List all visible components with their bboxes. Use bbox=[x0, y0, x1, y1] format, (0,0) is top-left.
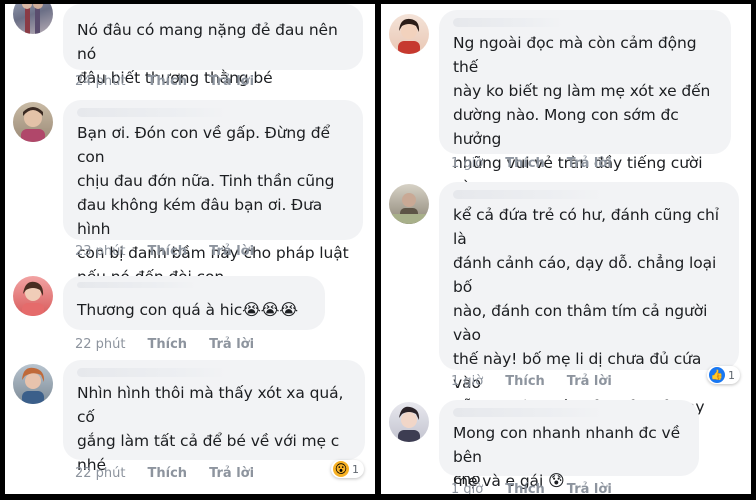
reply-link[interactable]: Trả lời bbox=[567, 156, 612, 171]
comment-actions: 1 giờ Thích Trả lời bbox=[451, 374, 612, 389]
reaction-summary[interactable]: 😮 1 bbox=[331, 460, 364, 478]
comment-bubble: Bạn ơi. Đón con về gấp. Đừng để con chịu… bbox=[63, 100, 363, 286]
wow-reaction-icon: 😮 bbox=[333, 461, 349, 477]
comment-text-body: Thương con quá à hic bbox=[77, 301, 243, 319]
like-link[interactable]: Thích bbox=[505, 482, 545, 494]
comment-actions: 23 phút Thích Trả lời bbox=[75, 244, 254, 259]
commenter-name[interactable] bbox=[77, 282, 197, 288]
reply-link[interactable]: Trả lời bbox=[209, 74, 254, 89]
comment-timestamp: 1 giờ bbox=[451, 374, 484, 389]
comment-actions: 22 phút Thích Trả lời bbox=[75, 337, 254, 352]
commenter-name[interactable] bbox=[453, 18, 563, 27]
comment-actions: 1 giờ Thích Trả lời bbox=[451, 156, 612, 171]
comment-timestamp: 1 giờ bbox=[451, 482, 484, 494]
comment-actions: 24 phút Thích Trả lời bbox=[75, 74, 254, 89]
user-avatar[interactable] bbox=[389, 184, 429, 224]
comment-text-body: Mong con nhanh nhanh đc về bên mẹ và e g… bbox=[453, 424, 681, 490]
like-link[interactable]: Thích bbox=[148, 74, 188, 89]
reply-link[interactable]: Trả lời bbox=[209, 244, 254, 259]
comment-timestamp: 22 phút bbox=[75, 337, 126, 352]
comment-timestamp: 22 phút bbox=[75, 466, 126, 481]
commenter-name[interactable] bbox=[77, 108, 227, 117]
user-avatar[interactable] bbox=[13, 4, 53, 34]
comment-bubble: Mong con nhanh nhanh đc về bên mẹ và e g… bbox=[439, 400, 699, 490]
reaction-summary[interactable]: 👍 1 bbox=[707, 366, 740, 384]
comment-bubble: Nó đâu có mang nặng đẻ đau nên nó đâu bi… bbox=[63, 4, 363, 87]
comment-actions: 1 giờ Thích Trả lời bbox=[451, 482, 612, 494]
comment-timestamp: 23 phút bbox=[75, 244, 126, 259]
comment-text: Thương con quá à hic😭😭😭 bbox=[77, 298, 313, 322]
comment-text: Bạn ơi. Đón con về gấp. Đừng để con chịu… bbox=[77, 124, 349, 286]
reply-link[interactable]: Trả lời bbox=[209, 337, 254, 352]
commenter-name[interactable] bbox=[77, 368, 227, 377]
like-glyph: 👍 bbox=[710, 369, 724, 381]
comment-bubble: kể cả đứa trẻ có hư, đánh cũng chỉ là đá… bbox=[439, 182, 739, 488]
reply-link[interactable]: Trả lời bbox=[567, 374, 612, 389]
comment-timestamp: 1 giờ bbox=[451, 156, 484, 171]
comments-panel-left: Nó đâu có mang nặng đẻ đau nên nó đâu bi… bbox=[5, 4, 375, 494]
user-avatar[interactable] bbox=[13, 276, 53, 316]
commenter-name[interactable] bbox=[453, 190, 603, 199]
reply-link[interactable]: Trả lời bbox=[567, 482, 612, 494]
reaction-count: 1 bbox=[728, 368, 735, 382]
comment-bubble: Nhìn hình thôi mà thấy xót xa quá, cố gắ… bbox=[63, 360, 365, 474]
like-reaction-icon: 👍 bbox=[709, 367, 725, 383]
reaction-count: 1 bbox=[352, 462, 359, 476]
comment-actions: 22 phút Thích Trả lời bbox=[75, 466, 254, 481]
user-avatar[interactable] bbox=[389, 14, 429, 54]
like-link[interactable]: Thích bbox=[505, 156, 545, 171]
comment-text: Nhìn hình thôi mà thấy xót xa quá, cố gắ… bbox=[77, 384, 344, 474]
user-avatar[interactable] bbox=[13, 102, 53, 142]
commenter-name[interactable] bbox=[453, 408, 603, 417]
like-link[interactable]: Thích bbox=[148, 244, 188, 259]
reply-link[interactable]: Trả lời bbox=[209, 466, 254, 481]
comments-panel-right: Ng ngoài đọc mà còn cảm động thế này ko … bbox=[381, 4, 751, 494]
like-link[interactable]: Thích bbox=[505, 374, 545, 389]
user-avatar[interactable] bbox=[13, 364, 53, 404]
user-avatar[interactable] bbox=[389, 402, 429, 442]
wow-glyph: 😮 bbox=[334, 462, 348, 476]
crying-emoji: 😭😭😭 bbox=[242, 300, 298, 319]
like-link[interactable]: Thích bbox=[148, 337, 188, 352]
comment-timestamp: 24 phút bbox=[75, 74, 126, 89]
comment-bubble: Thương con quá à hic😭😭😭 bbox=[63, 276, 325, 330]
like-link[interactable]: Thích bbox=[148, 466, 188, 481]
comment-bubble: Ng ngoài đọc mà còn cảm động thế này ko … bbox=[439, 10, 731, 220]
